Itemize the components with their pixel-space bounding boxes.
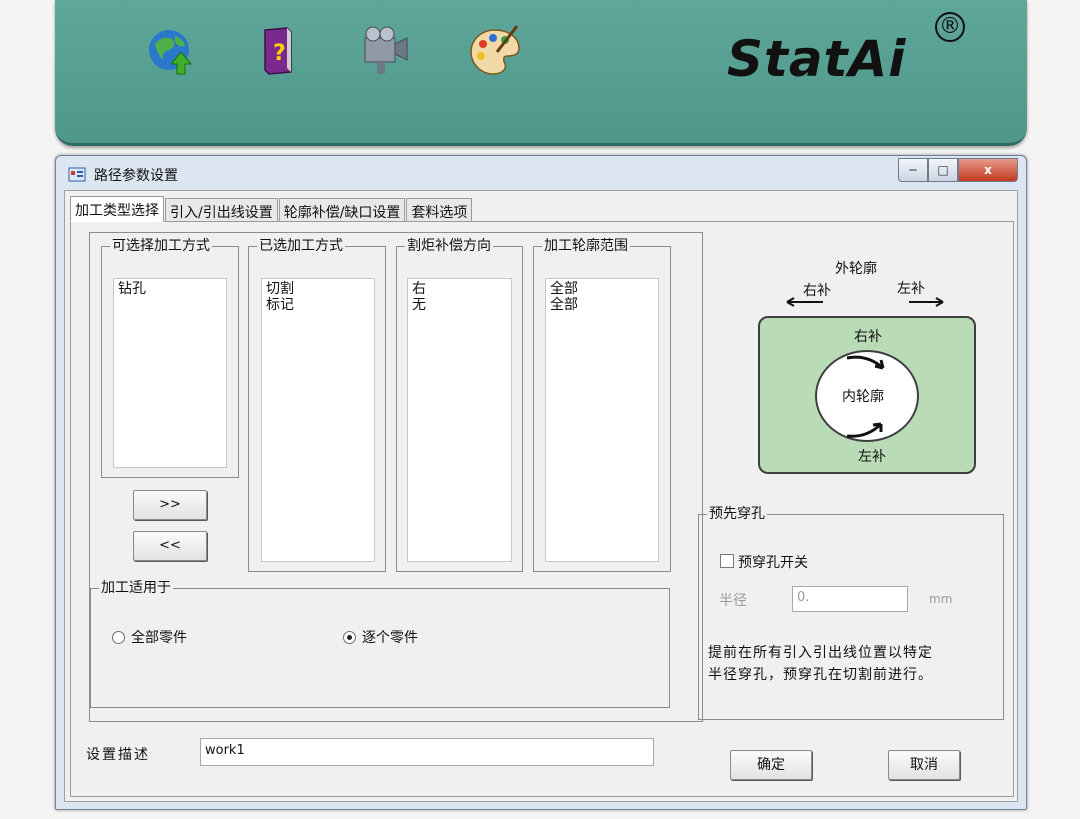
kerf-direction-list[interactable]: 右 无 — [407, 278, 512, 562]
outer-arrows-icon — [786, 297, 944, 307]
all-parts-label[interactable]: 全部零件 — [131, 627, 187, 647]
all-parts-radio[interactable] — [112, 631, 125, 644]
pre-pierce-group: 预先穿孔 — [698, 505, 1004, 720]
tab-contour-compensation[interactable]: 轮廓补偿/缺口设置 — [278, 198, 406, 222]
available-methods-list[interactable]: 钻孔 — [113, 278, 227, 468]
tab-strip: 加工类型选择 引入/引出线设置 轮廓补偿/缺口设置 套料选项 — [70, 196, 473, 222]
list-item[interactable]: 全部 — [550, 281, 654, 297]
description-input[interactable]: work1 — [200, 738, 654, 766]
globe-upload-icon[interactable] — [145, 22, 201, 78]
window-title: 路径参数设置 — [94, 168, 178, 184]
radius-label: 半径 — [719, 593, 747, 609]
tab-nesting-options[interactable]: 套料选项 — [406, 198, 473, 222]
tab-process-type[interactable]: 加工类型选择 — [70, 196, 164, 222]
palette-icon[interactable] — [467, 22, 523, 78]
list-item[interactable]: 全部 — [550, 297, 654, 313]
apply-to-group: 加工适用于 — [90, 579, 670, 708]
pre-pierce-label: 预先穿孔 — [707, 505, 767, 523]
each-part-radio[interactable] — [343, 631, 356, 644]
video-camera-icon[interactable] — [357, 22, 413, 78]
cancel-button[interactable]: 取消 — [888, 750, 960, 780]
outer-contour-label: 外轮廓 — [835, 261, 877, 277]
selected-methods-list[interactable]: 切割 标记 — [261, 278, 375, 562]
list-item[interactable]: 无 — [412, 297, 507, 313]
selected-methods-label: 已选加工方式 — [257, 237, 345, 255]
inner-contour-label: 内轮廓 — [842, 389, 884, 405]
radius-input[interactable]: 0. — [792, 586, 908, 612]
add-method-button[interactable]: >> — [133, 490, 207, 520]
description-label: 设置描述 — [86, 747, 150, 763]
tab-lead-in-out[interactable]: 引入/引出线设置 — [165, 198, 278, 222]
dialog-content: 加工类型选择 引入/引出线设置 轮廓补偿/缺口设置 套料选项 可选择加工方式 钻… — [64, 190, 1018, 802]
dialog-app-icon — [68, 167, 86, 182]
apply-to-label: 加工适用于 — [99, 579, 173, 597]
contour-range-label: 加工轮廓范围 — [542, 237, 630, 255]
close-button[interactable]: x — [958, 158, 1018, 182]
registered-mark: ® — [935, 12, 965, 42]
pre-pierce-note-line1: 提前在所有引入引出线位置以特定 — [708, 645, 933, 661]
ok-button[interactable]: 确定 — [730, 750, 812, 780]
remove-method-button[interactable]: << — [133, 531, 207, 561]
brand-logo: StatAi — [727, 30, 907, 88]
pre-pierce-checkbox[interactable] — [720, 554, 734, 568]
available-methods-label: 可选择加工方式 — [110, 237, 212, 255]
list-item[interactable]: 切割 — [266, 281, 370, 297]
list-item[interactable]: 标记 — [266, 297, 370, 313]
svg-text:?: ? — [273, 41, 286, 66]
inner-right-comp-label: 右补 — [854, 329, 882, 345]
maximize-button[interactable]: □ — [928, 158, 958, 182]
pre-pierce-switch-label[interactable]: 预穿孔开关 — [738, 552, 808, 572]
tab-page-process-type: 可选择加工方式 钻孔 已选加工方式 切割 标记 割炬补偿方向 右 无 加工轮廓范… — [70, 221, 1014, 797]
radius-unit: mm — [929, 592, 953, 606]
help-book-icon[interactable]: ? — [251, 22, 307, 78]
app-toolbar: ? StatAi ® — [55, 0, 1027, 146]
kerf-direction-label: 割炬补偿方向 — [405, 237, 493, 255]
list-item[interactable]: 钻孔 — [118, 281, 222, 297]
pre-pierce-note-line2: 半径穿孔，预穿孔在切割前进行。 — [708, 667, 933, 683]
title-bar[interactable]: 路径参数设置 ─ □ x — [56, 156, 1026, 190]
path-params-dialog: 路径参数设置 ─ □ x 加工类型选择 引入/引出线设置 轮廓补偿/缺口设置 套… — [55, 155, 1027, 810]
list-item[interactable]: 右 — [412, 281, 507, 297]
each-part-label[interactable]: 逐个零件 — [362, 627, 418, 647]
contour-range-list[interactable]: 全部 全部 — [545, 278, 659, 562]
minimize-button[interactable]: ─ — [898, 158, 928, 182]
inner-left-comp-label: 左补 — [858, 449, 886, 465]
